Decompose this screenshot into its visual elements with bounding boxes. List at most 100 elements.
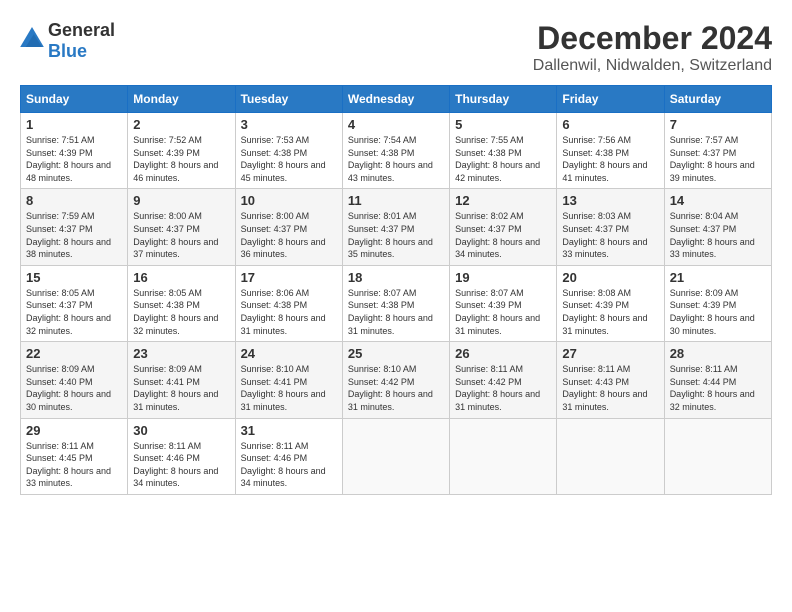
- weekday-header: Saturday: [664, 86, 771, 113]
- calendar-cell: 17Sunrise: 8:06 AM Sunset: 4:38 PM Dayli…: [235, 265, 342, 341]
- calendar-cell: 3 Sunrise: 7:53 AM Sunset: 4:38 PM Daylig…: [235, 113, 342, 189]
- day-number: 23: [133, 346, 229, 361]
- logo: General Blue: [20, 20, 115, 62]
- day-number: 27: [562, 346, 658, 361]
- day-number: 28: [670, 346, 766, 361]
- day-number: 25: [348, 346, 444, 361]
- location-title: Dallenwil, Nidwalden, Switzerland: [533, 57, 772, 75]
- day-info: Sunrise: 8:02 AM Sunset: 4:37 PM Dayligh…: [455, 210, 551, 260]
- day-info: Sunrise: 8:10 AM Sunset: 4:41 PM Dayligh…: [241, 363, 337, 413]
- day-number: 11: [348, 193, 444, 208]
- day-number: 21: [670, 270, 766, 285]
- day-info: Sunrise: 8:07 AM Sunset: 4:38 PM Dayligh…: [348, 287, 444, 337]
- day-info: Sunrise: 8:11 AM Sunset: 4:42 PM Dayligh…: [455, 363, 551, 413]
- calendar-cell: 12Sunrise: 8:02 AM Sunset: 4:37 PM Dayli…: [450, 189, 557, 265]
- day-info: Sunrise: 7:55 AM Sunset: 4:38 PM Dayligh…: [455, 134, 551, 184]
- day-info: Sunrise: 7:51 AM Sunset: 4:39 PM Dayligh…: [26, 134, 122, 184]
- calendar-cell: 18 Sunrise: 8:07 AM Sunset: 4:38 PM Dayli…: [342, 265, 449, 341]
- calendar-cell: 16 Sunrise: 8:05 AM Sunset: 4:38 PM Dayli…: [128, 265, 235, 341]
- calendar-table: SundayMondayTuesdayWednesdayThursdayFrid…: [20, 85, 772, 495]
- day-info: Sunrise: 7:53 AM Sunset: 4:38 PM Dayligh…: [241, 134, 337, 184]
- calendar-cell: [450, 418, 557, 494]
- calendar-cell: 7 Sunrise: 7:57 AM Sunset: 4:37 PM Daylig…: [664, 113, 771, 189]
- calendar-cell: 4 Sunrise: 7:54 AM Sunset: 4:38 PM Daylig…: [342, 113, 449, 189]
- day-info: Sunrise: 8:11 AM Sunset: 4:45 PM Dayligh…: [26, 440, 122, 490]
- day-number: 1: [26, 117, 122, 132]
- day-info: Sunrise: 7:57 AM Sunset: 4:37 PM Dayligh…: [670, 134, 766, 184]
- calendar-cell: 27 Sunrise: 8:11 AM Sunset: 4:43 PM Dayli…: [557, 342, 664, 418]
- calendar-cell: 23 Sunrise: 8:09 AM Sunset: 4:41 PM Dayli…: [128, 342, 235, 418]
- day-number: 14: [670, 193, 766, 208]
- calendar-cell: 13 Sunrise: 8:03 AM Sunset: 4:37 PM Dayli…: [557, 189, 664, 265]
- day-info: Sunrise: 8:06 AM Sunset: 4:38 PM Dayligh…: [241, 287, 337, 337]
- day-number: 29: [26, 423, 122, 438]
- calendar-cell: 2Sunrise: 7:52 AM Sunset: 4:39 PM Daylig…: [128, 113, 235, 189]
- day-number: 13: [562, 193, 658, 208]
- calendar-cell: 19 Sunrise: 8:07 AM Sunset: 4:39 PM Dayli…: [450, 265, 557, 341]
- day-number: 4: [348, 117, 444, 132]
- calendar-cell: 21 Sunrise: 8:09 AM Sunset: 4:39 PM Dayli…: [664, 265, 771, 341]
- calendar-cell: [342, 418, 449, 494]
- calendar-cell: 5 Sunrise: 7:55 AM Sunset: 4:38 PM Daylig…: [450, 113, 557, 189]
- day-number: 5: [455, 117, 551, 132]
- day-info: Sunrise: 7:56 AM Sunset: 4:38 PM Dayligh…: [562, 134, 658, 184]
- calendar-cell: 1 Sunrise: 7:51 AM Sunset: 4:39 PM Daylig…: [21, 113, 128, 189]
- day-info: Sunrise: 8:08 AM Sunset: 4:39 PM Dayligh…: [562, 287, 658, 337]
- weekday-header: Wednesday: [342, 86, 449, 113]
- day-number: 15: [26, 270, 122, 285]
- day-info: Sunrise: 7:54 AM Sunset: 4:38 PM Dayligh…: [348, 134, 444, 184]
- calendar-cell: [664, 418, 771, 494]
- calendar-cell: 31Sunrise: 8:11 AM Sunset: 4:46 PM Dayli…: [235, 418, 342, 494]
- day-info: Sunrise: 8:09 AM Sunset: 4:40 PM Dayligh…: [26, 363, 122, 413]
- weekday-header: Sunday: [21, 86, 128, 113]
- day-number: 3: [241, 117, 337, 132]
- day-info: Sunrise: 8:03 AM Sunset: 4:37 PM Dayligh…: [562, 210, 658, 260]
- day-info: Sunrise: 7:52 AM Sunset: 4:39 PM Dayligh…: [133, 134, 229, 184]
- weekday-header: Tuesday: [235, 86, 342, 113]
- day-info: Sunrise: 8:10 AM Sunset: 4:42 PM Dayligh…: [348, 363, 444, 413]
- day-info: Sunrise: 8:11 AM Sunset: 4:46 PM Dayligh…: [133, 440, 229, 490]
- month-title: December 2024: [533, 20, 772, 57]
- day-info: Sunrise: 8:09 AM Sunset: 4:39 PM Dayligh…: [670, 287, 766, 337]
- day-info: Sunrise: 8:07 AM Sunset: 4:39 PM Dayligh…: [455, 287, 551, 337]
- day-info: Sunrise: 8:09 AM Sunset: 4:41 PM Dayligh…: [133, 363, 229, 413]
- day-number: 8: [26, 193, 122, 208]
- calendar-cell: 22 Sunrise: 8:09 AM Sunset: 4:40 PM Dayli…: [21, 342, 128, 418]
- title-section: December 2024 Dallenwil, Nidwalden, Swit…: [533, 20, 772, 75]
- calendar-cell: 11Sunrise: 8:01 AM Sunset: 4:37 PM Dayli…: [342, 189, 449, 265]
- calendar-cell: 28Sunrise: 8:11 AM Sunset: 4:44 PM Dayli…: [664, 342, 771, 418]
- day-number: 10: [241, 193, 337, 208]
- day-info: Sunrise: 7:59 AM Sunset: 4:37 PM Dayligh…: [26, 210, 122, 260]
- day-number: 6: [562, 117, 658, 132]
- day-number: 22: [26, 346, 122, 361]
- day-number: 16: [133, 270, 229, 285]
- calendar-cell: 15 Sunrise: 8:05 AM Sunset: 4:37 PM Dayli…: [21, 265, 128, 341]
- day-number: 30: [133, 423, 229, 438]
- day-info: Sunrise: 8:11 AM Sunset: 4:43 PM Dayligh…: [562, 363, 658, 413]
- calendar-cell: 30 Sunrise: 8:11 AM Sunset: 4:46 PM Dayli…: [128, 418, 235, 494]
- day-number: 26: [455, 346, 551, 361]
- calendar-cell: 26 Sunrise: 8:11 AM Sunset: 4:42 PM Dayli…: [450, 342, 557, 418]
- day-info: Sunrise: 8:05 AM Sunset: 4:38 PM Dayligh…: [133, 287, 229, 337]
- calendar-cell: 20 Sunrise: 8:08 AM Sunset: 4:39 PM Dayli…: [557, 265, 664, 341]
- day-info: Sunrise: 8:05 AM Sunset: 4:37 PM Dayligh…: [26, 287, 122, 337]
- day-info: Sunrise: 8:00 AM Sunset: 4:37 PM Dayligh…: [241, 210, 337, 260]
- logo-blue-text: Blue: [48, 41, 87, 61]
- day-info: Sunrise: 8:11 AM Sunset: 4:46 PM Dayligh…: [241, 440, 337, 490]
- day-number: 7: [670, 117, 766, 132]
- calendar-cell: 10 Sunrise: 8:00 AM Sunset: 4:37 PM Dayli…: [235, 189, 342, 265]
- weekday-header: Monday: [128, 86, 235, 113]
- day-number: 24: [241, 346, 337, 361]
- calendar-cell: 14Sunrise: 8:04 AM Sunset: 4:37 PM Dayli…: [664, 189, 771, 265]
- logo-general-text: General: [48, 20, 115, 40]
- calendar-cell: 6 Sunrise: 7:56 AM Sunset: 4:38 PM Daylig…: [557, 113, 664, 189]
- day-number: 19: [455, 270, 551, 285]
- day-info: Sunrise: 8:00 AM Sunset: 4:37 PM Dayligh…: [133, 210, 229, 260]
- calendar-cell: 24 Sunrise: 8:10 AM Sunset: 4:41 PM Dayli…: [235, 342, 342, 418]
- weekday-header: Thursday: [450, 86, 557, 113]
- calendar-cell: [557, 418, 664, 494]
- calendar-cell: 25 Sunrise: 8:10 AM Sunset: 4:42 PM Dayli…: [342, 342, 449, 418]
- day-number: 20: [562, 270, 658, 285]
- calendar-cell: 9Sunrise: 8:00 AM Sunset: 4:37 PM Daylig…: [128, 189, 235, 265]
- day-number: 18: [348, 270, 444, 285]
